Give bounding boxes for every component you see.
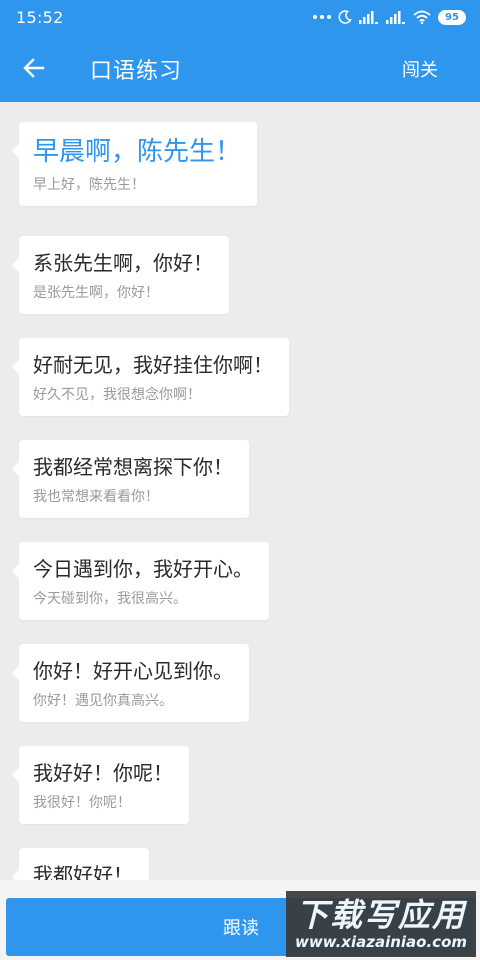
status-bar: 15:52 95 [0, 0, 480, 34]
arrow-left-icon [23, 58, 45, 78]
signal-icon [386, 11, 405, 24]
more-dots-icon [313, 15, 331, 19]
wifi-icon [413, 10, 431, 24]
phrase-bubble[interactable]: 我都经常想离探下你！ 我也常想来看看你！ [12, 440, 249, 518]
status-time: 15:52 [16, 7, 64, 27]
phrase-mandarin: 你好！遇见你真高兴。 [33, 693, 173, 709]
phrase-bubble[interactable]: 我都好好！ [12, 848, 149, 880]
watermark-logo: 下载写应用 www.xiazainiao.com [286, 891, 476, 957]
watermark-url: www.xiazainiao.com [294, 933, 468, 951]
phrase-cantonese: 我都好好！ [33, 863, 133, 880]
phrase-mandarin: 是张先生啊，你好！ [33, 285, 159, 301]
moon-icon [338, 10, 352, 24]
phrase-cantonese: 你好！好开心见到你。 [33, 659, 233, 683]
status-icons: 95 [313, 9, 466, 25]
watermark-title: 下载写应用 [295, 896, 466, 934]
phrase-bubble[interactable]: 早晨啊，陈先生！ 早上好，陈先生！ [11, 122, 258, 206]
page-title: 口语练习 [90, 59, 183, 84]
phrase-mandarin: 我很好！你呢！ [33, 795, 131, 811]
phrase-cantonese: 好耐无见，我好挂住你啊！ [33, 353, 273, 377]
phrase-cantonese: 我都经常想离探下你！ [33, 455, 233, 479]
level-challenge-button[interactable]: 闯关 [402, 56, 438, 82]
app-bar: 口语练习 闯关 [0, 34, 480, 102]
phrase-mandarin: 好久不见，我很想念你啊！ [33, 387, 201, 403]
phrase-cantonese: 今日遇到你，我好开心。 [33, 557, 253, 581]
phrase-cantonese: 早晨啊，陈先生！ [33, 137, 242, 167]
phrase-bubble[interactable]: 好耐无见，我好挂住你啊！ 好久不见，我很想念你啊！ [12, 338, 289, 416]
signal-icon [359, 11, 378, 24]
phrase-cantonese: 我好好！你呢！ [33, 761, 173, 785]
back-button[interactable] [14, 48, 54, 88]
battery-icon: 95 [438, 9, 466, 25]
phrase-list[interactable]: 早晨啊，陈先生！ 早上好，陈先生！ 系张先生啊，你好！ 是张先生啊，你好！ 好耐… [0, 102, 480, 880]
phrase-bubble[interactable]: 我好好！你呢！ 我很好！你呢！ [12, 746, 189, 824]
phrase-bubble[interactable]: 你好！好开心见到你。 你好！遇见你真高兴。 [12, 644, 249, 722]
phrase-mandarin: 今天碰到你，我很高兴。 [33, 591, 187, 607]
phrase-mandarin: 早上好，陈先生！ [33, 177, 145, 193]
phrase-cantonese: 系张先生啊，你好！ [33, 251, 213, 275]
phrase-bubble[interactable]: 系张先生啊，你好！ 是张先生啊，你好！ [12, 236, 229, 314]
phrase-mandarin: 我也常想来看看你！ [33, 489, 159, 505]
phrase-bubble[interactable]: 今日遇到你，我好开心。 今天碰到你，我很高兴。 [12, 542, 269, 620]
